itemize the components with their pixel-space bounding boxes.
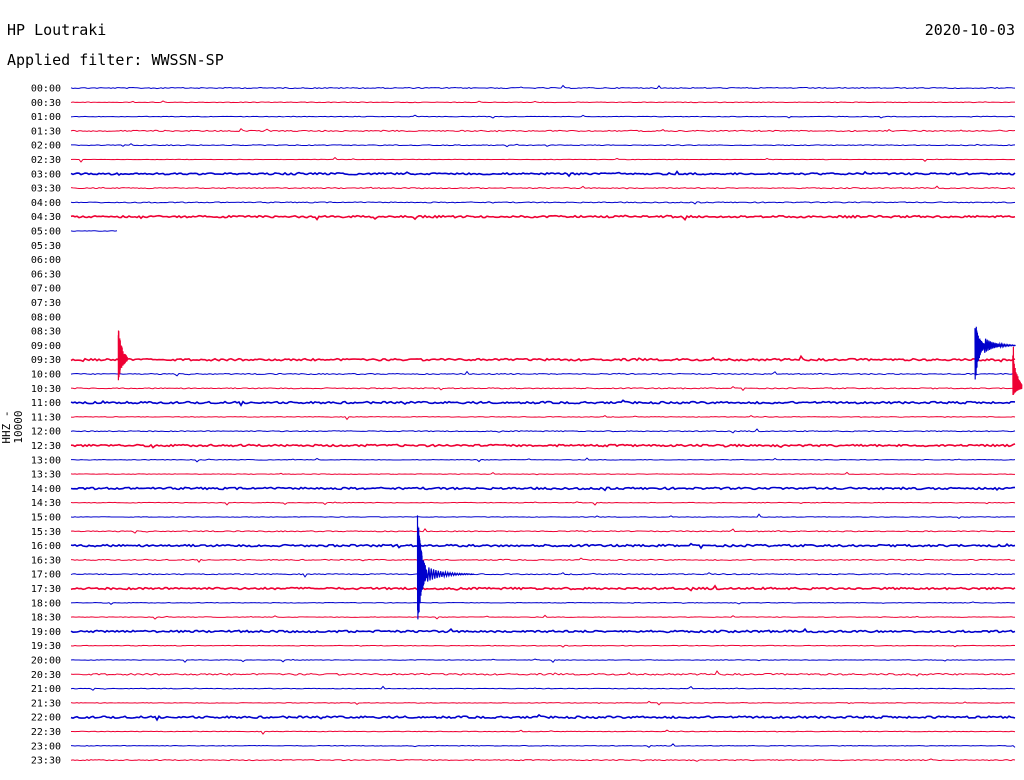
- row-labels: 00:00 00:30 01:00 01:30 02:00 02:30 03:00 03:30…: [31, 84, 61, 767]
- trace-0030: [70, 100, 1016, 104]
- row-label-1600: 16:00: [31, 541, 61, 552]
- trace-1630: [70, 557, 1016, 563]
- event-0900: [974, 326, 1016, 380]
- trace-2200: [70, 713, 1016, 722]
- row-label-1200: 12:00: [31, 427, 61, 438]
- row-label-1430: 14:30: [31, 498, 61, 509]
- trace-2000: [70, 658, 1016, 664]
- trace-1130: [70, 414, 1016, 421]
- event-waveform: [1012, 346, 1023, 396]
- row-label-0100: 01:00: [31, 112, 61, 123]
- row-label-0730: 07:30: [31, 298, 61, 309]
- trace-1700: [70, 572, 1016, 578]
- trace-1830: [70, 614, 1016, 620]
- trace-1930: [70, 644, 1016, 648]
- row-label-2030: 20:30: [31, 670, 61, 681]
- row-label-1000: 10:00: [31, 370, 61, 381]
- row-label-0600: 06:00: [31, 255, 61, 266]
- trace-2300: [70, 743, 1016, 748]
- row-label-2000: 20:00: [31, 656, 61, 667]
- trace-0230: [70, 156, 1016, 163]
- trace-2230: [70, 729, 1016, 735]
- row-label-1530: 15:30: [31, 527, 61, 538]
- row-label-2130: 21:30: [31, 698, 61, 709]
- trace-1500: [70, 513, 1016, 520]
- row-label-0000: 00:00: [31, 84, 61, 95]
- row-label-1700: 17:00: [31, 570, 61, 581]
- row-label-0500: 05:00: [31, 227, 61, 238]
- trace-1400: [70, 486, 1016, 492]
- trace-0300: [70, 170, 1016, 178]
- trace-1230: [70, 443, 1016, 449]
- event-waveform: [974, 326, 1016, 380]
- trace-1000: [70, 370, 1016, 377]
- row-label-1130: 11:30: [31, 412, 61, 423]
- row-label-0530: 05:30: [31, 241, 61, 252]
- row-label-0030: 00:30: [31, 98, 61, 109]
- seismic-events: [117, 326, 1023, 620]
- row-label-0700: 07:00: [31, 284, 61, 295]
- trace-1800: [70, 601, 1016, 605]
- row-label-0130: 01:30: [31, 126, 61, 137]
- event-0930: [117, 330, 128, 381]
- trace-1900: [70, 627, 1016, 634]
- trace-0200: [70, 143, 1016, 148]
- row-label-1030: 10:30: [31, 384, 61, 395]
- row-label-1730: 17:30: [31, 584, 61, 595]
- event-1030: [1012, 346, 1023, 396]
- row-label-0430: 04:30: [31, 212, 61, 223]
- row-label-1230: 12:30: [31, 441, 61, 452]
- trace-0330: [70, 185, 1016, 190]
- trace-2100: [70, 685, 1016, 691]
- trace-2330: [70, 758, 1016, 762]
- trace-0100: [70, 114, 1016, 119]
- row-label-0400: 04:00: [31, 198, 61, 209]
- row-label-1100: 11:00: [31, 398, 61, 409]
- trace-1730: [70, 584, 1016, 592]
- row-label-1330: 13:30: [31, 470, 61, 481]
- trace-2130: [70, 700, 1016, 706]
- helicorder-plot: 00:00 00:30 01:00 01:30 02:00 02:30 03:00 03:30…: [31, 84, 1023, 767]
- trace-0500: [70, 230, 118, 232]
- row-label-1800: 18:00: [31, 598, 61, 609]
- row-label-2200: 22:00: [31, 713, 61, 724]
- trace-0400: [70, 201, 1016, 205]
- row-label-0800: 08:00: [31, 312, 61, 323]
- row-label-0330: 03:30: [31, 184, 61, 195]
- row-label-1500: 15:00: [31, 513, 61, 524]
- trace-0000: [70, 84, 1016, 90]
- row-label-2300: 23:00: [31, 741, 61, 752]
- trace-1200: [70, 428, 1016, 434]
- trace-1530: [70, 528, 1016, 534]
- trace-1030: [70, 385, 1016, 392]
- row-label-2230: 22:30: [31, 727, 61, 738]
- row-label-1400: 14:00: [31, 484, 61, 495]
- row-label-1300: 13:00: [31, 455, 61, 466]
- trace-0130: [70, 128, 1016, 133]
- row-label-0200: 02:00: [31, 141, 61, 152]
- trace-1300: [71, 457, 1016, 463]
- row-label-0830: 08:30: [31, 327, 61, 338]
- row-label-1930: 19:30: [31, 641, 61, 652]
- trace-1600: [70, 542, 1016, 550]
- row-label-2100: 21:00: [31, 684, 61, 695]
- row-label-0930: 09:30: [31, 355, 61, 366]
- row-label-0230: 02:30: [31, 155, 61, 166]
- event-waveform: [117, 330, 128, 381]
- trace-rows: [70, 84, 1016, 762]
- row-label-0900: 09:00: [31, 341, 61, 352]
- trace-1430: [70, 501, 1016, 506]
- row-label-0630: 06:30: [31, 269, 61, 280]
- trace-2030: [70, 670, 1016, 677]
- trace-1100: [70, 399, 1016, 407]
- row-label-2330: 23:30: [31, 756, 61, 767]
- row-label-0300: 03:00: [31, 169, 61, 180]
- row-label-1900: 19:00: [31, 627, 61, 638]
- trace-0930: [70, 354, 1016, 363]
- row-label-1830: 18:30: [31, 613, 61, 624]
- trace-1330: [70, 471, 1016, 476]
- row-label-1630: 16:30: [31, 555, 61, 566]
- trace-0430: [70, 214, 1016, 221]
